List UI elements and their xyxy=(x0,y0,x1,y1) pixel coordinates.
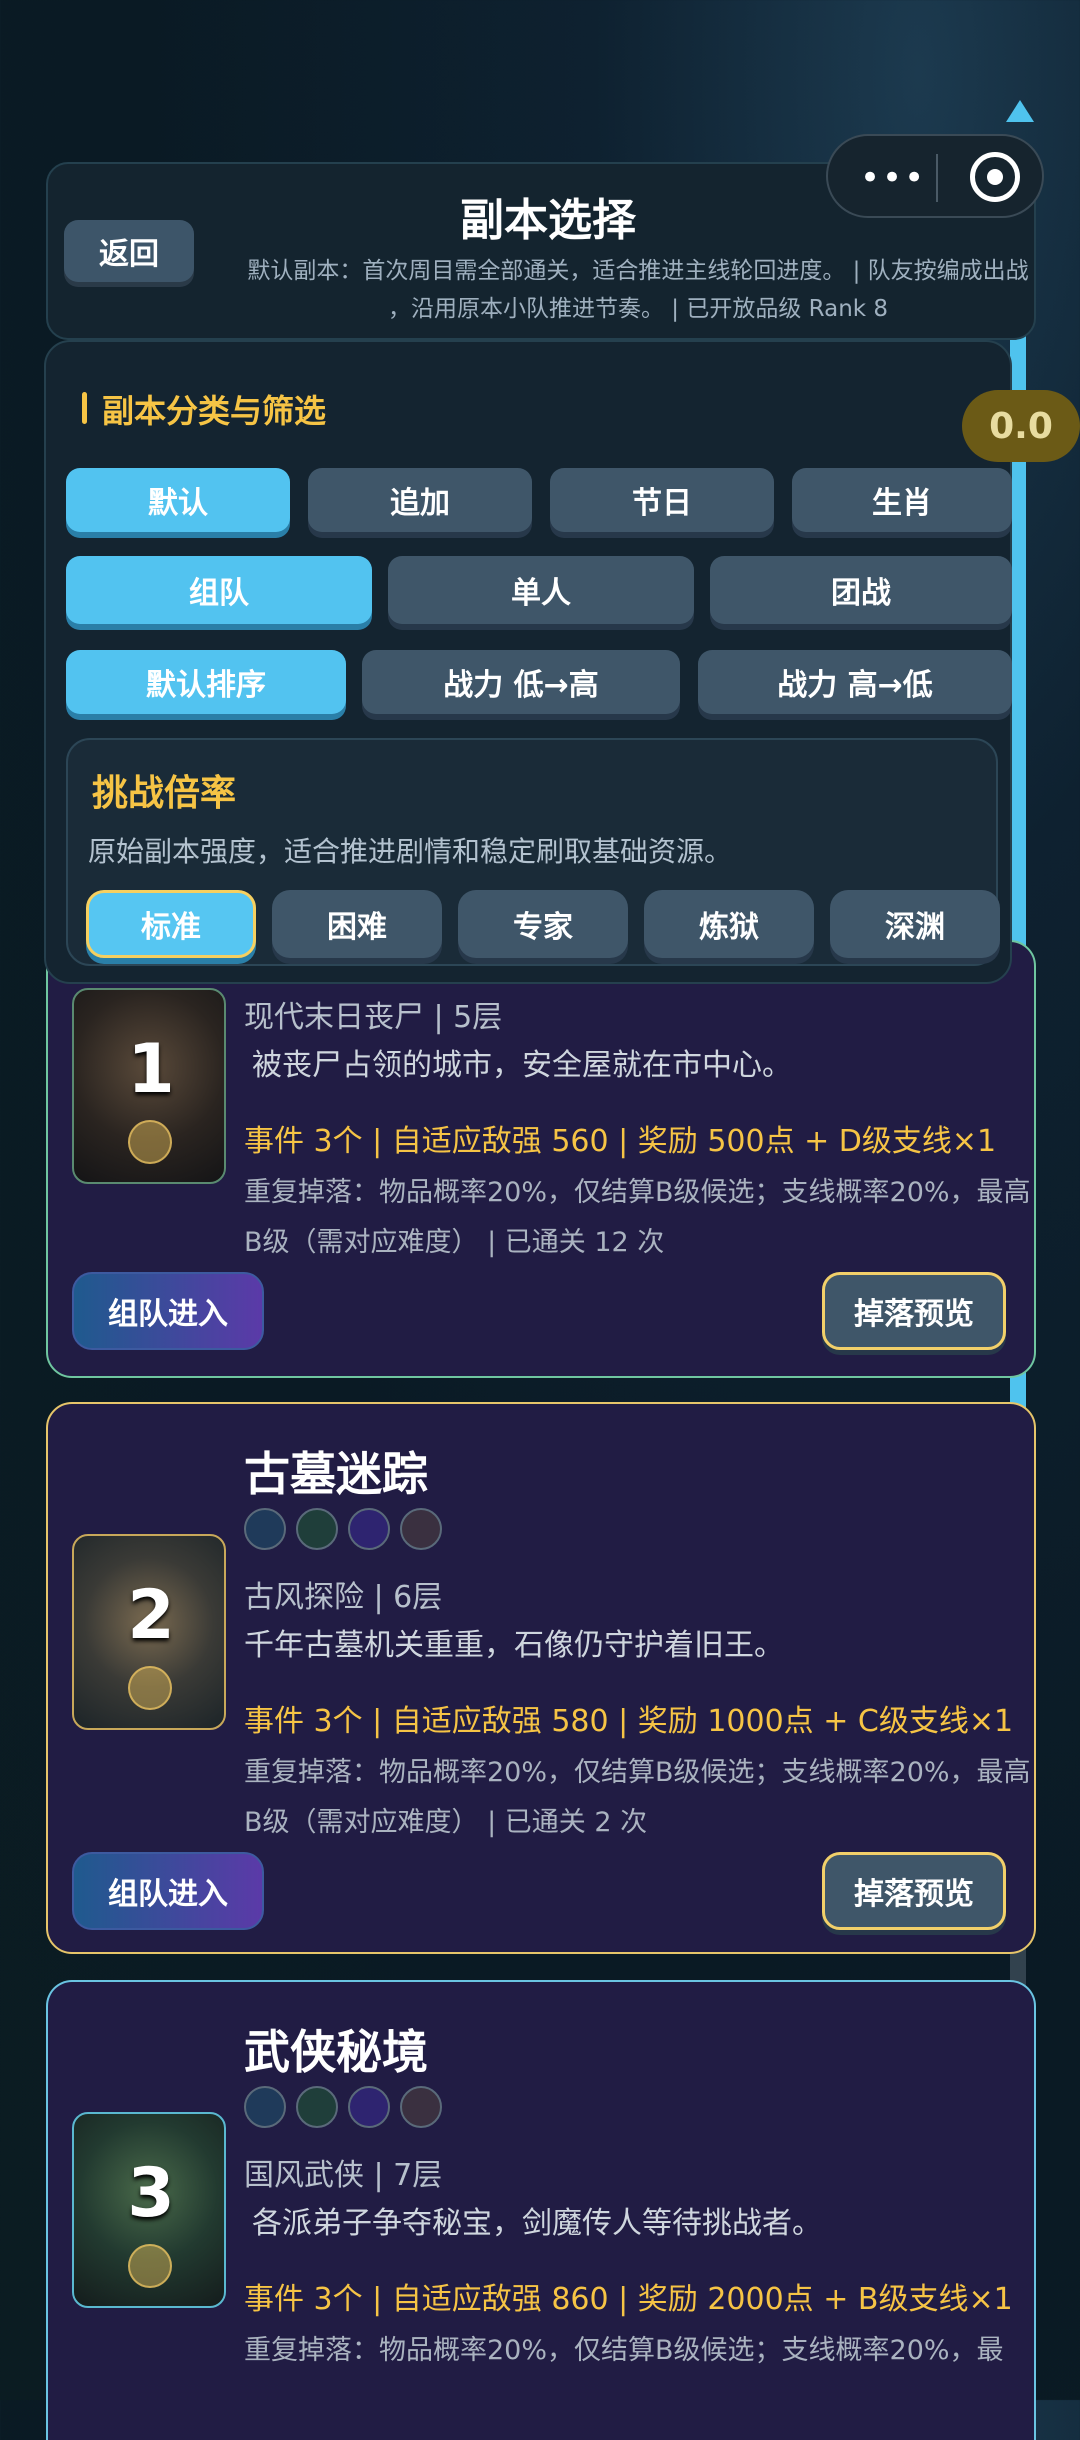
coin-icon xyxy=(128,2244,172,2288)
page-subtitle-line2: ，沿用原本小队推进节奏。 | 已开放品级 Rank 8 xyxy=(387,296,889,322)
coin-icon xyxy=(128,1120,172,1164)
element-dot xyxy=(244,2086,286,2128)
dungeon-event: 事件 3个 | 自适应敌强 860 | 奖励 2000点 + B级支线×1 xyxy=(244,2282,1013,2317)
capsule-divider xyxy=(936,154,938,202)
dungeon-number: 2 xyxy=(127,1576,175,1655)
dungeon-card-2[interactable]: 2 古墓迷踪 古风探险 | 6层 千年古墓机关重重，石像仍守护着旧王。 事件 3… xyxy=(46,1402,1036,1954)
challenge-rate-box: 挑战倍率 原始副本强度，适合推进剧情和稳定刷取基础资源。 标准 困难 专家 炼狱… xyxy=(66,738,1000,966)
dungeon-meta: 现代末日丧尸 | 5层 xyxy=(244,1000,503,1035)
rate-expert[interactable]: 专家 xyxy=(458,890,628,958)
dungeon-thumbnail-2: 2 xyxy=(72,1534,226,1730)
dungeon-thumbnail-3: 3 xyxy=(72,2112,226,2308)
dungeon-drop: 重复掉落：物品概率20%，仅结算B级候选；支线概率20%，最高B级（需对应难度）… xyxy=(244,1757,1031,1838)
element-dot xyxy=(348,1508,390,1550)
dungeon-drop: 重复掉落：物品概率20%，仅结算B级候选；支线概率20%，最 xyxy=(244,2335,1004,2366)
filter-panel: 副本分类与筛选 默认 追加 节日 生肖 组队 单人 团战 默认排序 战力 低→高… xyxy=(44,340,1012,984)
rate-abyss[interactable]: 深渊 xyxy=(830,890,1000,958)
element-dot xyxy=(244,1508,286,1550)
element-dot xyxy=(400,1508,442,1550)
more-dots-icon[interactable]: ••• xyxy=(860,158,926,198)
page-subtitle: 默认副本：首次周目需全部通关，适合推进主线轮回进度。 | 队友按编成出战 ，沿用… xyxy=(208,252,1068,328)
miniprogram-capsule: ••• xyxy=(826,134,1044,218)
rate-title: 挑战倍率 xyxy=(92,773,237,814)
category-tab-extra[interactable]: 追加 xyxy=(308,468,532,532)
target-icon[interactable] xyxy=(970,152,1020,202)
dungeon-desc: 各派弟子争夺秘宝，剑魔传人等待挑战者。 xyxy=(252,2206,822,2241)
page-subtitle-line1: 默认副本：首次周目需全部通关，适合推进主线轮回进度。 | 队友按编成出战 xyxy=(247,258,1029,284)
rate-standard[interactable]: 标准 xyxy=(86,890,256,958)
dungeon-title: 古墓迷踪 xyxy=(244,1447,428,1501)
mode-tab-solo[interactable]: 单人 xyxy=(388,556,694,624)
dungeon-thumbnail-1: 1 xyxy=(72,988,226,1184)
drop-preview-button[interactable]: 掉落预览 xyxy=(822,1852,1006,1930)
category-tab-festival[interactable]: 节日 xyxy=(550,468,774,532)
sort-default[interactable]: 默认排序 xyxy=(66,650,346,714)
element-dot xyxy=(296,1508,338,1550)
category-tab-default[interactable]: 默认 xyxy=(66,468,290,532)
element-dot xyxy=(348,2086,390,2128)
element-dot xyxy=(296,2086,338,2128)
score-badge: 0.0 xyxy=(962,390,1080,462)
rate-purgatory[interactable]: 炼狱 xyxy=(644,890,814,958)
category-tab-zodiac[interactable]: 生肖 xyxy=(792,468,1012,532)
element-dots xyxy=(244,2086,442,2128)
filter-title: 副本分类与筛选 xyxy=(82,386,326,432)
rate-hard[interactable]: 困难 xyxy=(272,890,442,958)
team-enter-button[interactable]: 组队进入 xyxy=(72,1852,264,1930)
dungeon-number: 1 xyxy=(127,1030,175,1109)
dungeon-desc: 被丧尸占领的城市，安全屋就在市中心。 xyxy=(252,1048,792,1083)
element-dots xyxy=(244,1508,442,1550)
sort-power-desc[interactable]: 战力 高→低 xyxy=(698,650,1012,714)
dungeon-title: 武侠秘境 xyxy=(244,2025,428,2079)
dungeon-desc: 千年古墓机关重重，石像仍守护着旧王。 xyxy=(244,1628,784,1663)
team-enter-button[interactable]: 组队进入 xyxy=(72,1272,264,1350)
rate-desc: 原始副本强度，适合推进剧情和稳定刷取基础资源。 xyxy=(88,835,733,868)
coin-icon xyxy=(128,1666,172,1710)
sort-power-asc[interactable]: 战力 低→高 xyxy=(362,650,680,714)
element-dot xyxy=(400,2086,442,2128)
dungeon-card-1[interactable]: 1 现代末日丧尸 | 5层 被丧尸占领的城市，安全屋就在市中心。 事件 3个 |… xyxy=(46,940,1036,1378)
dungeon-event: 事件 3个 | 自适应敌强 580 | 奖励 1000点 + C级支线×1 xyxy=(244,1704,1014,1739)
dungeon-meta: 古风探险 | 6层 xyxy=(244,1580,443,1615)
dungeon-meta: 国风武侠 | 7层 xyxy=(244,2158,443,2193)
drop-preview-button[interactable]: 掉落预览 xyxy=(822,1272,1006,1350)
dungeon-number: 3 xyxy=(127,2154,175,2233)
mode-tab-team[interactable]: 组队 xyxy=(66,556,372,624)
dungeon-event: 事件 3个 | 自适应敌强 560 | 奖励 500点 + D级支线×1 xyxy=(244,1124,997,1159)
dungeon-card-3[interactable]: 3 武侠秘境 国风武侠 | 7层 各派弟子争夺秘宝，剑魔传人等待挑战者。 事件 … xyxy=(46,1980,1036,2440)
mode-tab-raid[interactable]: 团战 xyxy=(710,556,1012,624)
scroll-up-arrow-icon[interactable] xyxy=(1006,100,1034,122)
dungeon-drop: 重复掉落：物品概率20%，仅结算B级候选；支线概率20%，最高B级（需对应难度）… xyxy=(244,1177,1031,1258)
